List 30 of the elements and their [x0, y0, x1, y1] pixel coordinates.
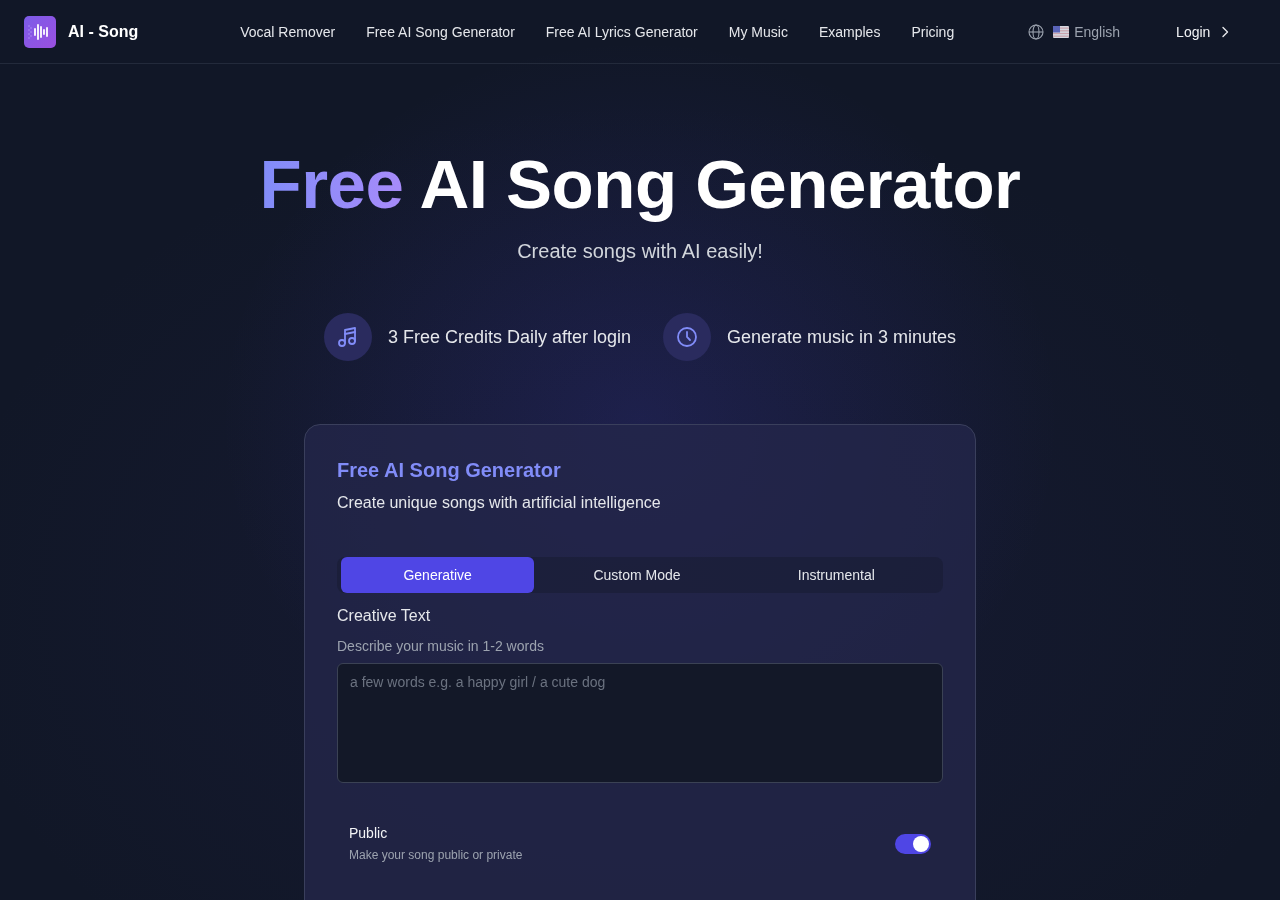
- hero-title: Free AI Song Generator: [259, 145, 1021, 225]
- card-title: Free AI Song Generator: [337, 459, 562, 482]
- card-subtitle: Create unique songs with artificial intelligence: [337, 494, 662, 512]
- nav-link[interactable]: Free AI Lyrics Generator: [545, 23, 698, 40]
- music-note-icon: [323, 313, 372, 361]
- field-hint: Describe your music in 1-2 words: [337, 638, 545, 654]
- public-toggle[interactable]: [895, 833, 931, 854]
- mode-tab[interactable]: Generative: [341, 557, 535, 593]
- nav-link[interactable]: Free AI Song Generator: [366, 23, 515, 40]
- hero-subtitle: Create songs with AI easily!: [517, 240, 763, 263]
- public-description: Make your song public or private: [349, 848, 523, 862]
- mode-tab[interactable]: Instrumental: [739, 557, 933, 593]
- nav-link[interactable]: Pricing: [911, 23, 955, 40]
- flag-icon: [1053, 25, 1070, 38]
- nav-link[interactable]: My Music: [728, 23, 788, 40]
- globe-icon[interactable]: [1028, 23, 1045, 40]
- creative-text-field[interactable]: a few words e.g. a happy girl / a cute dog: [337, 663, 943, 783]
- login-button[interactable]: Login: [1176, 19, 1231, 44]
- nav-link[interactable]: Examples: [818, 23, 881, 40]
- mode-tab[interactable]: Custom Mode: [540, 557, 734, 593]
- public-label: Public: [349, 825, 389, 841]
- clock-icon: [663, 313, 711, 361]
- field-label: Creative Text: [337, 607, 432, 625]
- feature-text: 3 Free Credits Daily after login: [387, 326, 631, 348]
- waveform-logo-icon[interactable]: [24, 15, 56, 48]
- nav-link[interactable]: Vocal Remover: [240, 23, 336, 40]
- feature-text: Generate music in 3 minutes: [727, 326, 957, 348]
- logo-text[interactable]: AI - Song: [68, 22, 139, 41]
- language-selector[interactable]: English: [1074, 23, 1121, 40]
- chevron-right-icon: [1220, 25, 1231, 38]
